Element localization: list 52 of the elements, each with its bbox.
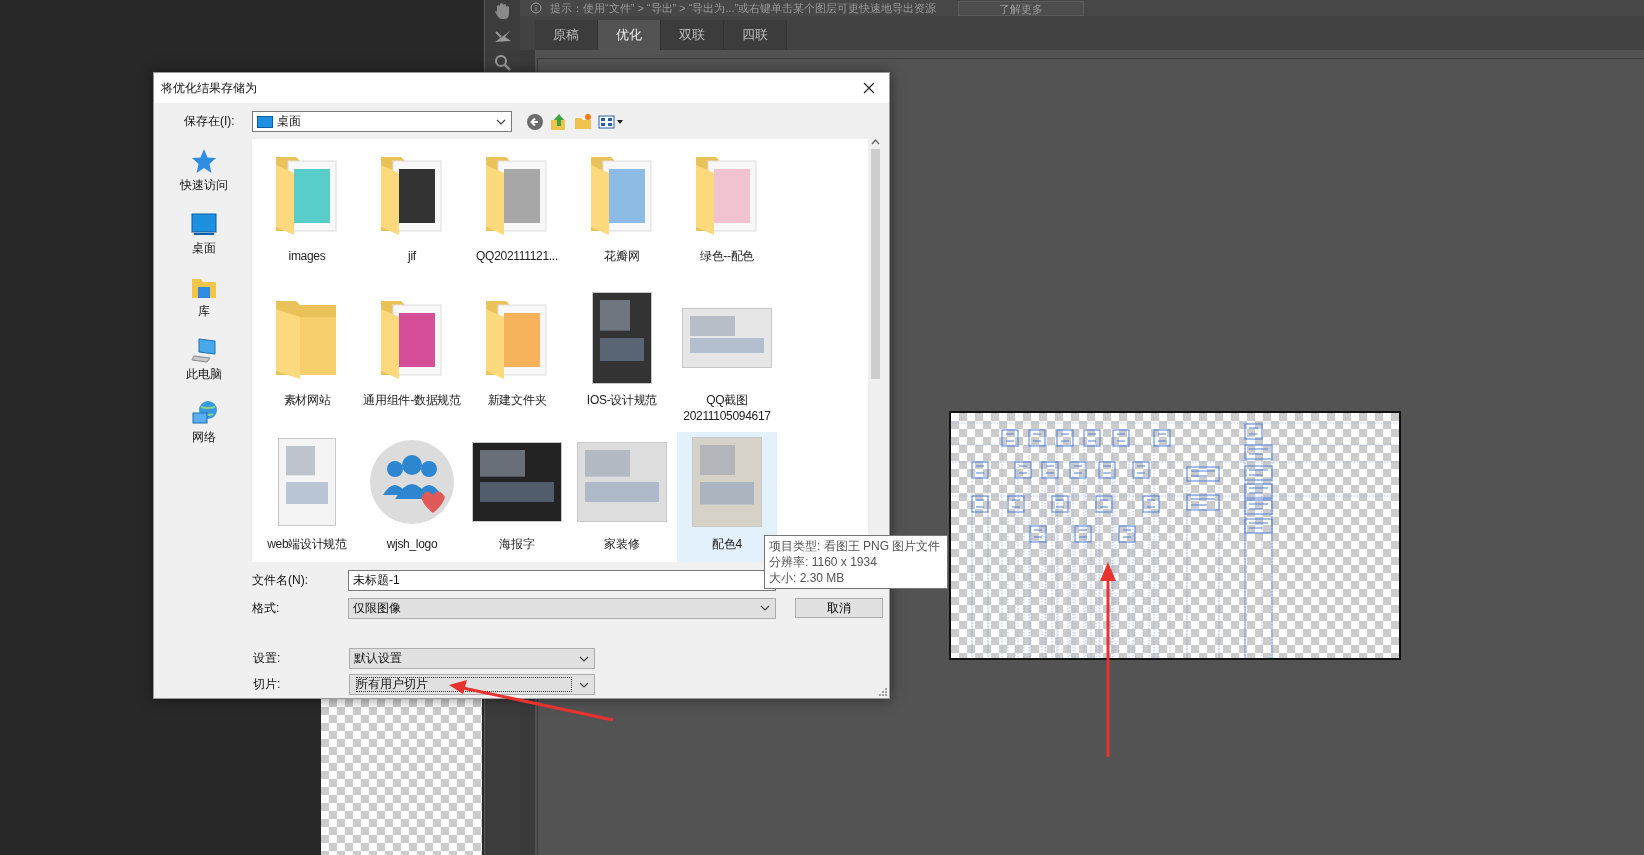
file-item[interactable]: 通用组件-数据规范	[362, 288, 462, 426]
view-tab[interactable]: 优化	[598, 20, 661, 50]
file-name-label: 文件名(N):	[252, 571, 309, 589]
sidebar-place[interactable]: 此电脑	[169, 334, 239, 385]
location-dropdown[interactable]: 桌面	[252, 111, 512, 132]
file-item[interactable]: 新建文件夹	[467, 288, 567, 426]
file-item[interactable]: QQ202111121...	[467, 144, 567, 282]
up-folder-icon[interactable]	[550, 112, 568, 131]
file-item[interactable]: 家装修	[572, 432, 672, 562]
file-item[interactable]: jif	[362, 144, 462, 282]
computer-icon	[190, 336, 218, 364]
slices-label: 切片:	[253, 676, 282, 693]
info-icon	[530, 2, 542, 14]
zoom-icon[interactable]	[493, 54, 512, 72]
view-menu-icon[interactable]	[598, 113, 624, 130]
file-item[interactable]: 绿色--配色	[677, 144, 777, 282]
file-item[interactable]: IOS-设计规范	[572, 288, 672, 426]
settings-label: 设置:	[253, 650, 282, 667]
scroll-up-icon[interactable]	[871, 139, 880, 145]
format-label: 格式:	[252, 599, 281, 617]
star-icon	[190, 147, 218, 175]
save-in-label: 保存在(I):	[184, 113, 236, 130]
file-item[interactable]: QQ截图 20211105094617	[677, 288, 777, 426]
file-item[interactable]: images	[257, 144, 357, 282]
sidebar-place[interactable]: 网络	[169, 397, 239, 448]
desktop-icon	[190, 210, 218, 238]
resize-grip-icon[interactable]	[879, 688, 887, 696]
sidebar-place[interactable]: 库	[169, 271, 239, 322]
dialog-title: 将优化结果存储为	[161, 79, 257, 97]
people-logo-icon	[369, 439, 455, 525]
new-folder-icon[interactable]	[574, 112, 592, 131]
view-tab[interactable]: 双联	[661, 20, 724, 50]
globe-icon	[190, 399, 218, 427]
back-icon[interactable]	[526, 112, 544, 131]
scroll-thumb[interactable]	[871, 149, 880, 379]
file-item[interactable]: 素材网站	[257, 288, 357, 426]
settings-dropdown[interactable]: 默认设置	[349, 648, 595, 669]
desktop-icon	[257, 115, 273, 128]
cancel-button[interactable]: 取消	[795, 598, 883, 618]
chevron-down-icon	[759, 603, 771, 613]
sidebar-place[interactable]: 桌面	[169, 208, 239, 259]
hint-text: 提示：使用“文件” > “导出” > “导出为...”或右键单击某个图层可更快速地导出资源	[550, 0, 937, 16]
file-item[interactable]: wjsh_logo	[362, 432, 462, 562]
file-item[interactable]: 花瓣网	[572, 144, 672, 282]
file-item[interactable]: 海报字	[467, 432, 567, 562]
format-dropdown[interactable]: 仅限图像	[348, 597, 776, 619]
view-tab[interactable]: 原稿	[535, 20, 598, 50]
file-item[interactable]: web端设计规范	[257, 432, 357, 562]
slices-dropdown[interactable]: 所有用户切片	[349, 674, 595, 695]
sidebar-place[interactable]: 快速访问	[169, 145, 239, 196]
view-tab[interactable]: 四联	[724, 20, 787, 50]
close-icon	[863, 82, 875, 94]
